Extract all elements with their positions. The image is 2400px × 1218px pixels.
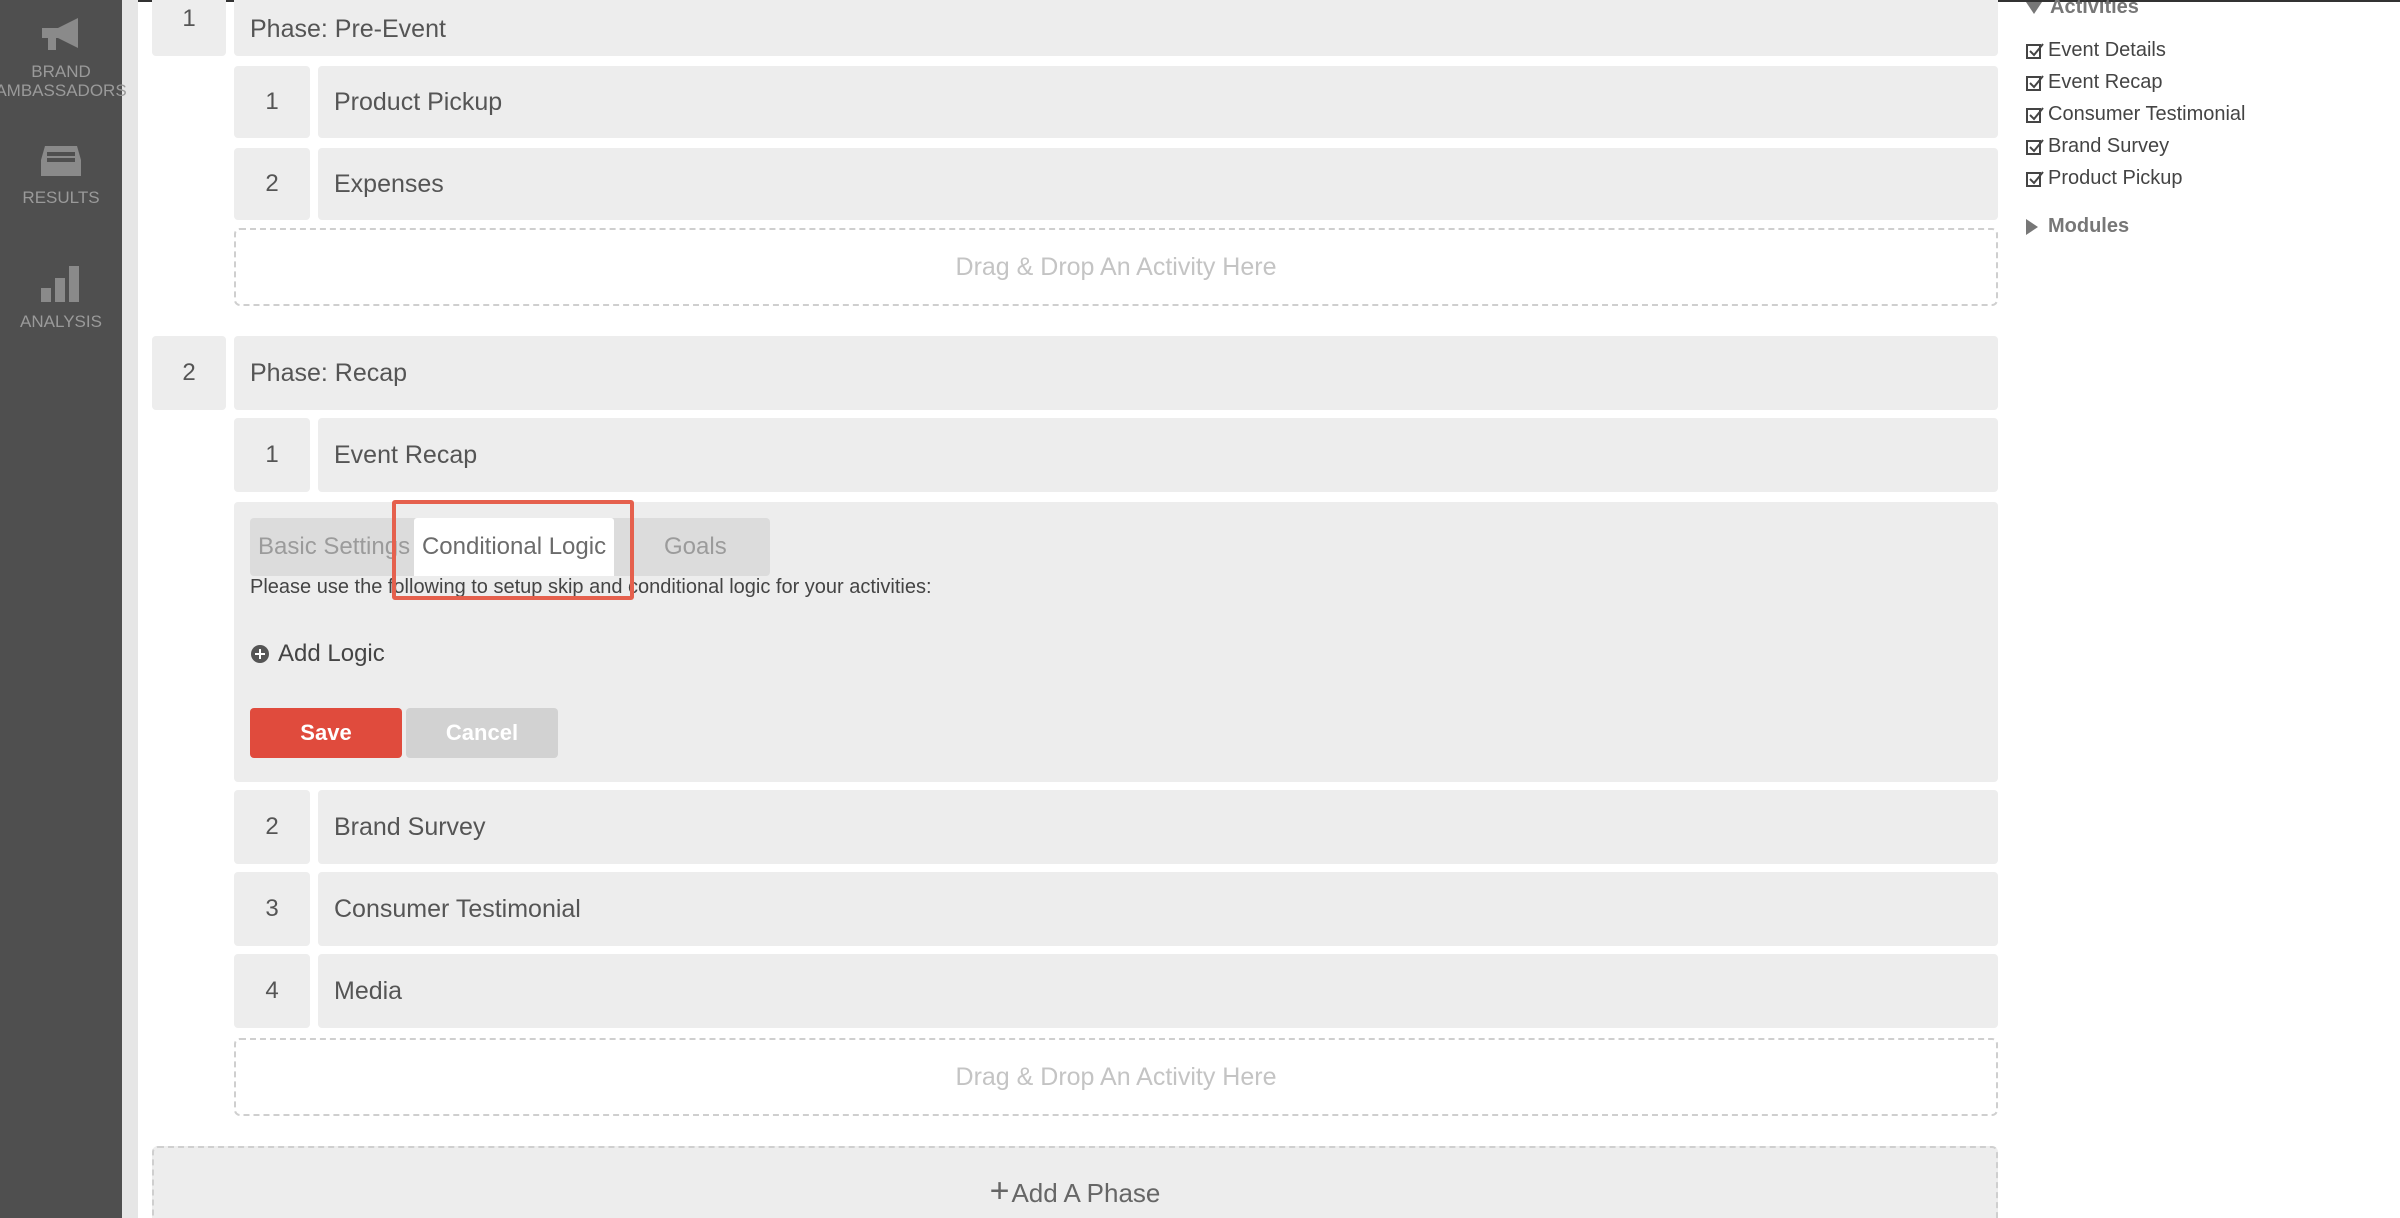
phase-number: 2 [152,336,226,410]
activity-number: 2 [234,148,310,220]
activity-name: Expenses [334,169,444,198]
megaphone-icon [0,14,122,58]
tab-label: Basic Settings [258,533,411,560]
checkbox-checked-icon [2026,74,2044,92]
activity-number: 3 [234,872,310,946]
activity-name: Product Pickup [334,87,503,116]
drop-zone-label: Drag & Drop An Activity Here [955,252,1277,281]
sidebar-item-results[interactable]: RESULTS [0,142,122,207]
activity-editor-panel: Basic Settings Conditional Logic Goals P… [234,502,1998,782]
sidebar-item-brand-ambassadors[interactable]: BRAND AMBASSADORS [0,14,127,100]
add-phase-button[interactable]: + Add A Phase [152,1146,1998,1218]
checkbox-checked-icon [2026,170,2044,188]
activities-heading: Activities [2050,0,2139,18]
checkbox-checked-icon [2026,42,2044,60]
activity-palette-item[interactable]: Consumer Testimonial [2026,103,2246,126]
activity-name: Media [334,976,403,1005]
activity-palette-item[interactable]: Event Recap [2026,71,2163,94]
activity-palette-item[interactable]: Event Details [2026,39,2166,62]
activity-palette-item[interactable]: Product Pickup [2026,167,2183,190]
palette-item-label: Brand Survey [2048,135,2170,157]
activity-row[interactable]: Brand Survey [318,790,1998,864]
triangle-down-icon [2026,1,2042,14]
checkbox-checked-icon [2026,106,2044,124]
sidebar-gutter [122,0,138,1218]
sidebar-item-label: ANALYSIS [20,312,102,331]
activity-number: 4 [234,954,310,1028]
activity-name: Consumer Testimonial [334,894,581,923]
sidebar-item-label: BRAND AMBASSADORS [0,62,127,100]
tab-label: Goals [664,533,727,560]
inbox-icon [0,142,122,184]
palette-item-label: Event Details [2048,39,2166,61]
tab-basic-settings[interactable]: Basic Settings [258,518,410,576]
activity-row[interactable]: Expenses [318,148,1998,220]
activity-row[interactable]: Consumer Testimonial [318,872,1998,946]
activity-name: Brand Survey [334,812,486,841]
palette-item-label: Consumer Testimonial [2048,103,2246,125]
plus-icon: + [989,1172,1010,1210]
activity-row[interactable]: Media [318,954,1998,1028]
modules-heading: Modules [2048,215,2130,237]
activity-number: 1 [234,418,310,492]
bar-chart-icon [0,262,122,308]
activity-row[interactable]: Event Recap [318,418,1998,492]
plus-circle-icon [250,644,270,664]
add-logic-button[interactable]: Add Logic [250,640,385,668]
activity-palette-item[interactable]: Brand Survey [2026,135,2169,158]
checkbox-checked-icon [2026,138,2044,156]
activity-number: 2 [234,790,310,864]
phase-header[interactable]: Phase: Recap [234,336,1998,410]
activity-number: 1 [234,66,310,138]
save-button[interactable]: Save [250,708,402,758]
phase-header[interactable]: Phase: Pre-Event [234,0,1998,56]
modules-section-toggle[interactable]: Modules [2026,215,2129,238]
sidebar-item-label: RESULTS [22,188,100,207]
activity-drop-zone[interactable]: Drag & Drop An Activity Here [234,1038,1998,1116]
phase-number: 1 [152,0,226,56]
conditional-logic-hint: Please use the following to setup skip a… [250,576,932,598]
tab-conditional-logic[interactable]: Conditional Logic [414,518,614,576]
sidebar-item-analysis[interactable]: ANALYSIS [0,262,122,331]
palette-item-label: Event Recap [2048,71,2163,93]
activity-drop-zone[interactable]: Drag & Drop An Activity Here [234,228,1998,306]
add-logic-label: Add Logic [278,640,385,667]
editor-tabs: Basic Settings Conditional Logic Goals [250,518,770,576]
phase-title: Phase: Pre-Event [250,14,446,43]
phase-title: Phase: Recap [250,358,408,387]
triangle-right-icon [2026,218,2038,235]
drop-zone-label: Drag & Drop An Activity Here [955,1062,1277,1091]
cancel-button[interactable]: Cancel [406,708,558,758]
activities-section-toggle[interactable]: Activities [2026,0,2139,19]
tab-goals[interactable]: Goals [664,518,727,576]
activity-row[interactable]: Product Pickup [318,66,1998,138]
add-phase-label: Add A Phase [1011,1178,1161,1208]
activity-name: Event Recap [334,440,478,469]
palette-item-label: Product Pickup [2048,167,2183,189]
tab-label: Conditional Logic [421,533,607,560]
